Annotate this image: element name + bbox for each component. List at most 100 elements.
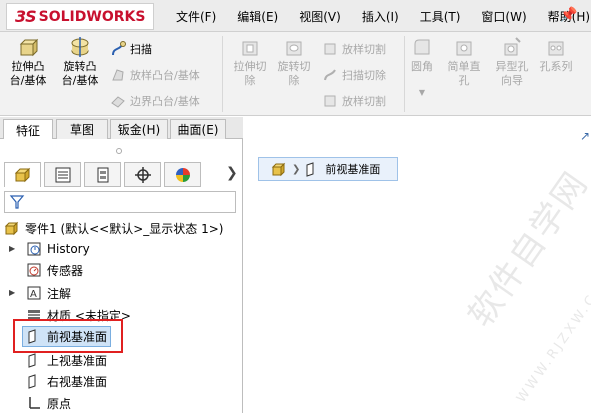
loft-cut-button[interactable]: 放样切割 [322,40,386,58]
logo-ds-mark: 3S [15,7,37,26]
tree-item-annotations[interactable]: ▶ A 注解 [0,283,71,303]
feature-manager-panel: ❯ 零件1 (默认<<默认>_显示状态 1>) ▶ History 传感器 ▶ … [0,139,243,413]
hole-wizard-label: 异型孔 向导 [495,60,529,87]
hole-series-icon [548,41,564,56]
sweep-cut-label: 扫描切除 [342,69,386,82]
tree-item-label: 传感器 [47,263,84,278]
boundary-boss-icon [111,96,125,108]
tab-surfaces[interactable]: 曲面(E) [170,119,226,139]
breadcrumb: ❯ 前视基准面 [258,157,398,181]
boundary-cut-button[interactable]: 放样切割 [322,92,386,110]
tree-item-top-plane[interactable]: 上视基准面 [26,350,107,370]
boundary-cut-icon [324,95,336,107]
hole-series-button[interactable]: 孔系列 [532,36,580,74]
appearance-ball-icon [175,167,190,182]
tree-item-label: 上视基准面 [47,353,108,368]
chevron-right-icon[interactable]: ❯ [226,165,238,181]
fillet-button[interactable]: 圆角 ▼ [402,36,442,100]
configuration-manager-icon [97,167,108,182]
boundary-boss-label: 边界凸台/基体 [130,95,200,108]
extrude-boss-button[interactable]: 拉伸凸 台/基体 [4,36,52,88]
boundary-boss-button[interactable]: 边界凸台/基体 [110,92,200,110]
logo-text: SOLIDWORKS [38,8,146,25]
tree-root-label: 零件1 (默认<<默认>_显示状态 1>) [25,221,224,236]
simple-hole-button[interactable]: 简单直 孔 [440,36,488,88]
filter-icon [9,195,25,209]
sweep-icon [112,41,126,56]
tab-sketch[interactable]: 草图 [56,119,108,139]
tree-item-origin[interactable]: 原点 [26,393,71,413]
command-manager-ribbon: 拉伸凸 台/基体 旋转凸 台/基体 扫描 放样凸台/基体 边界凸台/基体 拉伸切… [0,32,591,116]
panel-resize-handle[interactable] [116,148,122,154]
sweep-cut-icon [324,69,336,81]
sweep-cut-button[interactable]: 扫描切除 [322,66,386,84]
tree-item-label: 右视基准面 [47,374,108,389]
menu-edit[interactable]: 编辑(E) [237,8,278,25]
tree-item-label: History [47,242,90,256]
loft-boss-icon [112,69,124,81]
title-menu-bar: 3S SOLIDWORKS 文件(F) 编辑(E) 视图(V) 插入(I) 工具… [0,0,591,32]
extrude-cut-icon [242,41,258,56]
tree-item-right-plane[interactable]: 右视基准面 [26,371,107,391]
tree-item-history[interactable]: ▶ History [0,239,90,259]
hole-wizard-icon [504,37,521,56]
expand-arrow-icon[interactable]: ▶ [9,244,15,253]
manager-tabs: ❯ [4,162,240,188]
loft-cut-icon [324,43,336,55]
revolve-cut-button[interactable]: 旋转切 除 [270,36,318,88]
dimxpert-manager-tab[interactable] [124,162,161,187]
revolve-cut-label: 旋转切 除 [277,60,311,87]
tree-item-sensors[interactable]: 传感器 [0,260,83,280]
expand-arrow-icon[interactable]: ▶ [9,288,15,297]
revolve-boss-icon [71,37,89,57]
tab-features[interactable]: 特征 [3,119,53,140]
feature-manager-tab[interactable] [4,162,41,187]
loft-boss-button[interactable]: 放样凸台/基体 [110,66,200,84]
menu-insert[interactable]: 插入(I) [362,8,399,25]
red-highlight-box [13,319,123,353]
tree-item-label: 注解 [47,286,72,301]
breadcrumb-label[interactable]: 前视基准面 [325,161,380,177]
fillet-icon [414,39,430,55]
plane-icon [28,353,36,368]
configuration-manager-tab[interactable] [84,162,121,187]
menu-view[interactable]: 视图(V) [299,8,341,25]
watermark-text: 软件自学网 [460,164,591,335]
property-manager-tab[interactable] [44,162,81,187]
feature-manager-icon [14,167,30,183]
display-manager-tab[interactable] [164,162,201,187]
part-icon[interactable] [271,161,287,177]
extrude-cut-label: 拉伸切 除 [233,60,267,87]
tree-item-label: 原点 [47,396,72,411]
menu-file[interactable]: 文件(F) [176,8,216,25]
extrude-cut-button[interactable]: 拉伸切 除 [226,36,274,88]
fillet-label: 圆角 [411,60,433,73]
revolve-boss-button[interactable]: 旋转凸 台/基体 [56,36,104,88]
tab-sheet-metal[interactable]: 钣金(H) [110,119,168,139]
sweep-button[interactable]: 扫描 [110,40,152,58]
heads-up-toolbar-icon[interactable]: ↗ [580,129,590,143]
plane-icon[interactable] [305,161,319,177]
loft-cut-label: 放样切割 [342,43,386,56]
pin-icon[interactable]: 📌 [560,7,577,23]
origin-icon [29,397,40,409]
part-icon [4,221,19,236]
menu-tools[interactable]: 工具(T) [420,8,461,25]
hole-wizard-button[interactable]: 异型孔 向导 [488,36,536,88]
revolve-boss-label: 旋转凸 台/基体 [61,60,99,87]
solidworks-logo[interactable]: 3S SOLIDWORKS [6,3,154,30]
menu-window[interactable]: 窗口(W) [481,8,526,25]
graphics-area[interactable]: ↗ ❯ 前视基准面 软件自学网 WWW.RJZXW.COM [244,117,591,413]
revolve-cut-icon [286,41,302,56]
hole-series-label: 孔系列 [539,60,573,73]
tree-root-part[interactable]: 零件1 (默认<<默认>_显示状态 1>) [4,218,223,238]
command-tabs: 特征 草图 钣金(H) 曲面(E) [0,117,243,140]
ribbon-separator [222,36,223,112]
extrude-boss-icon [19,38,39,57]
fillet-dropdown-icon[interactable]: ▼ [402,86,442,100]
feature-tree-filter[interactable] [4,191,236,213]
main-menu: 文件(F) 编辑(E) 视图(V) 插入(I) 工具(T) 窗口(W) 帮助(H… [176,0,591,32]
simple-hole-icon [456,41,472,56]
plane-icon [28,374,36,389]
svg-text:A: A [30,289,37,300]
